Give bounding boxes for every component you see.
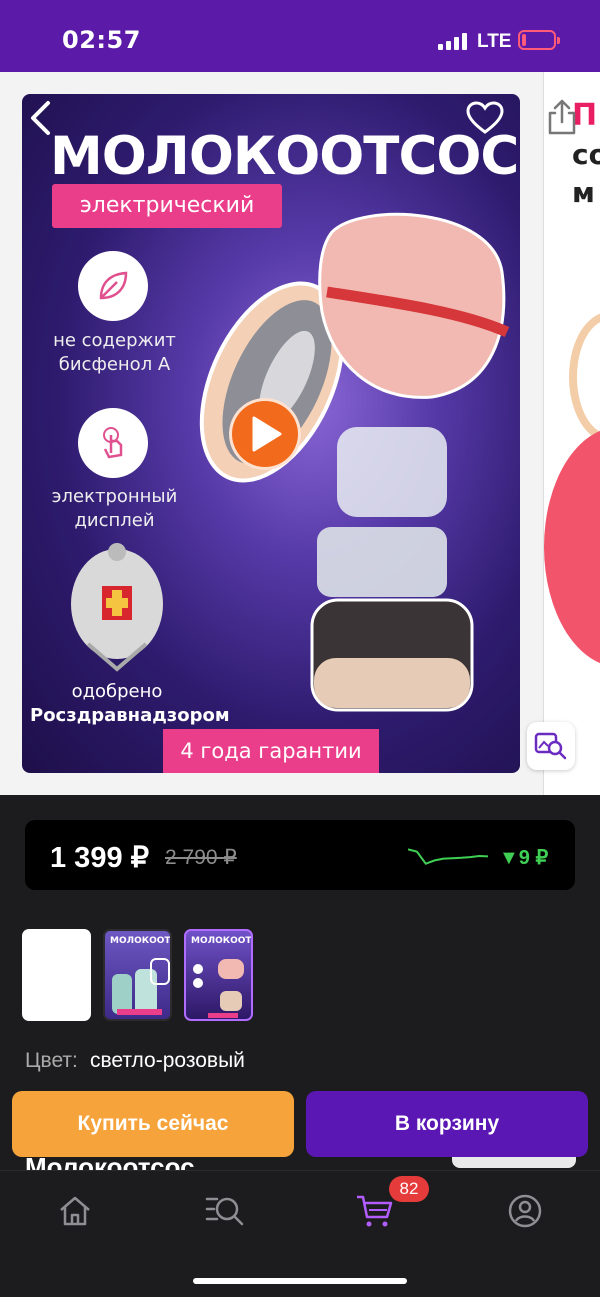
price-history-line (408, 848, 488, 865)
heart-icon (466, 101, 504, 134)
add-to-cart-button[interactable]: В корзину (306, 1091, 588, 1157)
breast-pump-illustration (199, 212, 510, 712)
profile-icon (508, 1194, 542, 1228)
share-button[interactable] (544, 96, 580, 138)
feature-display-line1: электронный (51, 486, 178, 507)
home-indicator (193, 1278, 407, 1284)
next-image-shape (569, 312, 600, 442)
leaf-icon (78, 251, 148, 321)
tab-catalog[interactable] (205, 1191, 245, 1231)
cart-icon (357, 1195, 393, 1227)
favorite-button[interactable] (465, 100, 505, 136)
price-drop-value: ▼9 ₽ (499, 847, 549, 869)
tab-home[interactable] (55, 1191, 95, 1231)
thumbnail-video[interactable] (22, 929, 91, 1021)
thumbnail-image (112, 958, 170, 1015)
next-image-text-2: м (572, 176, 595, 209)
feature-bpa-line1: не содержит (53, 330, 176, 351)
battery-icon (518, 30, 560, 50)
catalog-search-icon (205, 1197, 244, 1226)
status-bar: 02:57 LTE (0, 0, 600, 72)
image-product-title: МОЛОКООТСОС (50, 126, 519, 187)
signal-icon (438, 30, 467, 50)
current-price: 1 399 ₽ (50, 842, 150, 874)
old-price: 2 790 ₽ (165, 846, 237, 869)
tab-cart[interactable] (355, 1191, 395, 1231)
feature-bpa-line2: бисфенол А (58, 354, 171, 375)
next-image-text: со (572, 138, 600, 171)
home-icon (60, 1196, 90, 1226)
back-button[interactable] (22, 96, 58, 140)
next-gallery-image[interactable]: П со м (543, 72, 600, 795)
thumbnail-3-selected[interactable]: МОЛОКООТСОС (184, 929, 253, 1021)
feature-display-line2: дисплей (74, 510, 155, 531)
network-type: LTE (477, 31, 512, 52)
warranty-badge: 4 года гарантии (163, 729, 379, 773)
image-search-button[interactable] (527, 722, 575, 770)
price-history-chart (408, 848, 488, 865)
chevron-left-icon (31, 101, 50, 135)
thumbnail-2[interactable]: МОЛОКООТСОС (103, 929, 172, 1021)
cart-count-badge: 82 (389, 1176, 429, 1202)
color-value: светло-розовый (90, 1049, 245, 1072)
next-image-shape-2 (544, 427, 600, 667)
buy-now-button[interactable]: Купить сейчас (12, 1091, 294, 1157)
thumbnail-image (193, 959, 244, 1018)
color-label: Цвет: (25, 1049, 78, 1072)
thumbnail-label: МОЛОКООТСОС (191, 936, 252, 946)
emblem-icon (71, 543, 163, 672)
tab-profile[interactable] (505, 1191, 545, 1231)
approved-label: одобрено (71, 681, 163, 702)
share-icon (548, 99, 576, 135)
price-bar[interactable]: 1 399 ₽ 2 790 ₽ ▼9 ₽ (25, 820, 575, 890)
thumbnail-label: МОЛОКООТСОС (110, 936, 171, 946)
peek-chip (452, 1156, 576, 1168)
status-time: 02:57 (62, 26, 141, 54)
touch-icon (78, 408, 148, 478)
play-video-button[interactable] (229, 398, 301, 470)
image-search-icon (534, 732, 567, 760)
play-icon (252, 416, 282, 452)
